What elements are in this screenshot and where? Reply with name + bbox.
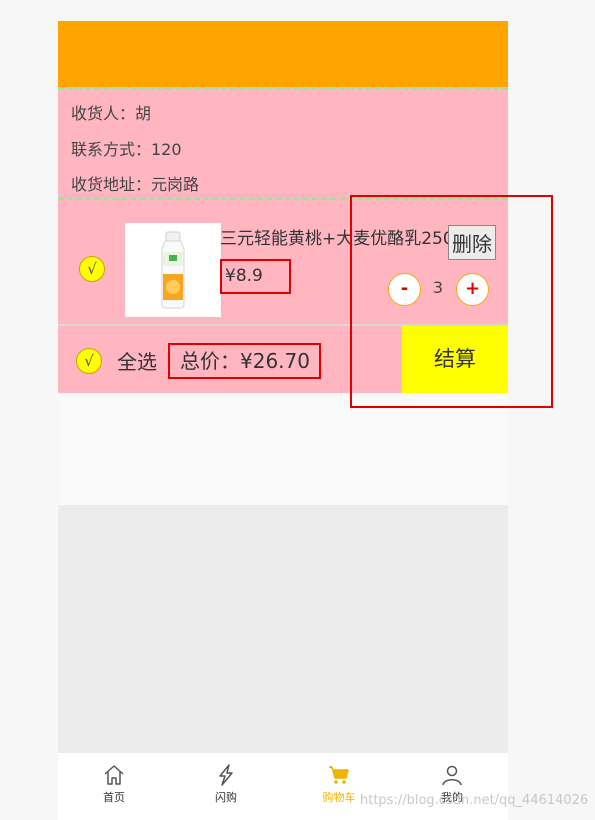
product-price: ¥8.9 — [220, 259, 291, 294]
tab-home-label: 首页 — [103, 791, 125, 804]
empty-content-area — [58, 505, 508, 753]
address-panel[interactable]: 收货人：胡 联系方式：120 收货地址：元岗路 — [58, 87, 508, 200]
tab-home[interactable]: 首页 — [84, 763, 144, 805]
user-icon — [442, 765, 462, 786]
watermark-text: https://blog.csdn.net/qq_44614026 — [360, 793, 589, 808]
contact-text: 联系方式：120 — [71, 140, 182, 159]
item-checkbox[interactable]: √ — [79, 256, 105, 282]
header-bar — [58, 21, 508, 87]
flash-icon — [219, 764, 233, 786]
cart-icon — [329, 766, 349, 784]
total-price: 总价：¥26.70 — [168, 343, 321, 379]
tab-cart-label: 购物车 — [322, 791, 356, 804]
phone-screen: 收货人：胡 联系方式：120 收货地址：元岗路 √ 三元轻能黄桃+大麦优酪乳25… — [58, 21, 508, 820]
recipient-text: 收货人：胡 — [71, 104, 152, 123]
tab-flash[interactable]: 闪购 — [196, 763, 256, 805]
product-image[interactable] — [125, 223, 221, 317]
annotation-highlight-box — [350, 195, 553, 408]
select-all-label[interactable]: 全选 — [117, 346, 157, 375]
yogurt-bottle-icon — [161, 231, 185, 309]
tab-bar: 首页 闪购 购物车 我的 — [58, 753, 508, 820]
tab-flash-label: 闪购 — [215, 791, 237, 804]
home-icon — [104, 765, 124, 785]
select-all-checkbox[interactable]: √ — [76, 348, 102, 374]
address-text: 收货地址：元岗路 — [71, 175, 200, 194]
